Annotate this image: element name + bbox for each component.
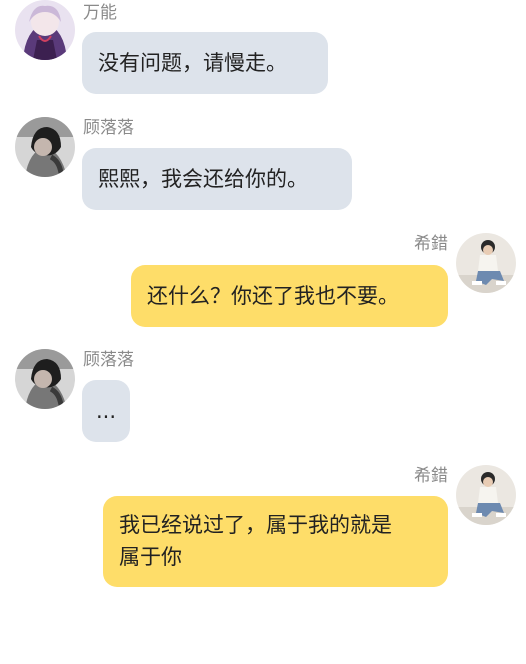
sender-name: 顾落落 xyxy=(83,350,134,370)
sender-name: 万能 xyxy=(83,3,117,23)
girl-grayscale-avatar[interactable] xyxy=(15,349,75,409)
message-text-line: 我已经说过了，属于我的就是 xyxy=(119,513,392,537)
boy-sitting-avatar[interactable] xyxy=(456,233,516,293)
girl-grayscale-avatar[interactable] xyxy=(15,117,75,177)
sender-name: 顾落落 xyxy=(83,118,134,138)
sender-name: 希錯 xyxy=(414,466,448,486)
message-bubble[interactable]: 没有问题，请慢走。 xyxy=(82,32,328,94)
message-bubble[interactable]: 我已经说过了，属于我的就是 属于你 xyxy=(103,496,448,587)
message-text-line: 属于你 xyxy=(119,545,182,569)
anime-girl-purple-avatar[interactable] xyxy=(15,0,75,60)
message-bubble[interactable]: 还什么？你还了我也不要。 xyxy=(131,265,448,327)
message-text: 还什么？你还了我也不要。 xyxy=(147,284,399,308)
message-text: ... xyxy=(95,399,117,423)
message-bubble[interactable]: 熙熙，我会还给你的。 xyxy=(82,148,352,210)
message-text: 熙熙，我会还给你的。 xyxy=(98,167,308,191)
sender-name: 希錯 xyxy=(414,234,448,254)
message-bubble[interactable]: ... xyxy=(82,380,130,442)
message-text: 没有问题，请慢走。 xyxy=(98,51,287,75)
boy-sitting-avatar[interactable] xyxy=(456,465,516,525)
